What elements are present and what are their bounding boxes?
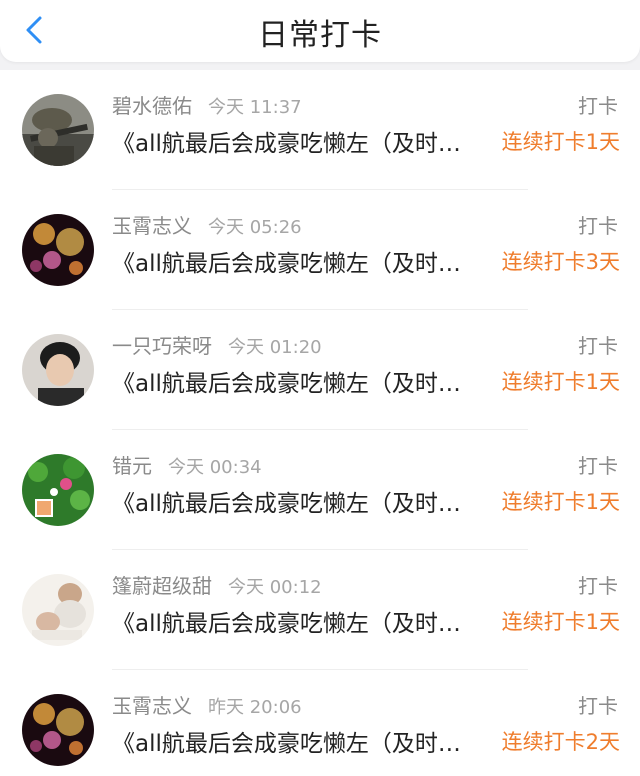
- meta-line: 错元 今天 00:34: [112, 450, 262, 479]
- list-item[interactable]: 错元 今天 00:34 打卡 《all航最后会成豪吃懒左（及时… 连续打卡1天: [0, 430, 640, 550]
- user-name[interactable]: 一只巧荣呀: [112, 334, 212, 358]
- avatar[interactable]: [22, 334, 94, 406]
- timestamp: 今天 01:20: [228, 337, 322, 358]
- book-title[interactable]: 《all航最后会成豪吃懒左（及时…: [112, 244, 484, 278]
- meta-line: 一只巧荣呀 今天 01:20: [112, 330, 322, 359]
- user-name[interactable]: 篷蔚超级甜: [112, 574, 212, 598]
- page-title: 日常打卡: [258, 18, 382, 53]
- action-label: 打卡: [578, 574, 618, 598]
- list-item[interactable]: 碧水德佑 今天 11:37 打卡 《all航最后会成豪吃懒左（及时… 连续打卡1天: [0, 70, 640, 190]
- meta-line: 篷蔚超级甜 今天 00:12: [112, 570, 322, 599]
- user-name[interactable]: 碧水德佑: [112, 94, 192, 118]
- avatar[interactable]: [22, 574, 94, 646]
- top-bar: 日常打卡: [0, 0, 640, 62]
- meta-line: 玉霄志义 昨天 20:06: [112, 690, 302, 719]
- book-title[interactable]: 《all航最后会成豪吃懒左（及时…: [112, 124, 484, 158]
- meta-line: 碧水德佑 今天 11:37: [112, 90, 302, 119]
- book-title[interactable]: 《all航最后会成豪吃懒左（及时…: [112, 724, 484, 758]
- book-title[interactable]: 《all航最后会成豪吃懒左（及时…: [112, 604, 484, 638]
- streak-badge: 连续打卡3天: [501, 250, 620, 274]
- user-name[interactable]: 玉霄志义: [112, 214, 192, 238]
- list-item[interactable]: 玉霄志义 今天 05:26 打卡 《all航最后会成豪吃懒左（及时… 连续打卡3天: [0, 190, 640, 310]
- checkin-list: 碧水德佑 今天 11:37 打卡 《all航最后会成豪吃懒左（及时… 连续打卡1天…: [0, 70, 640, 776]
- avatar[interactable]: [22, 214, 94, 286]
- timestamp: 今天 11:37: [208, 97, 302, 118]
- streak-badge: 连续打卡2天: [501, 730, 620, 754]
- list-item[interactable]: 一只巧荣呀 今天 01:20 打卡 《all航最后会成豪吃懒左（及时… 连续打卡1…: [0, 310, 640, 430]
- timestamp: 昨天 20:06: [208, 697, 302, 718]
- avatar[interactable]: [22, 694, 94, 766]
- user-name[interactable]: 玉霄志义: [112, 694, 192, 718]
- streak-badge: 连续打卡1天: [501, 490, 620, 514]
- timestamp: 今天 00:34: [168, 457, 262, 478]
- action-label: 打卡: [578, 214, 618, 238]
- action-label: 打卡: [578, 94, 618, 118]
- action-label: 打卡: [578, 334, 618, 358]
- avatar[interactable]: [22, 454, 94, 526]
- list-item[interactable]: 玉霄志义 昨天 20:06 打卡 《all航最后会成豪吃懒左（及时… 连续打卡2天: [0, 670, 640, 776]
- action-label: 打卡: [578, 454, 618, 478]
- streak-badge: 连续打卡1天: [501, 130, 620, 154]
- list-item[interactable]: 篷蔚超级甜 今天 00:12 打卡 《all航最后会成豪吃懒左（及时… 连续打卡1…: [0, 550, 640, 670]
- timestamp: 今天 05:26: [208, 217, 302, 238]
- user-name[interactable]: 错元: [112, 454, 152, 478]
- action-label: 打卡: [578, 694, 618, 718]
- streak-badge: 连续打卡1天: [501, 610, 620, 634]
- streak-badge: 连续打卡1天: [501, 370, 620, 394]
- meta-line: 玉霄志义 今天 05:26: [112, 210, 302, 239]
- timestamp: 今天 00:12: [228, 577, 322, 598]
- book-title[interactable]: 《all航最后会成豪吃懒左（及时…: [112, 364, 484, 398]
- book-title[interactable]: 《all航最后会成豪吃懒左（及时…: [112, 484, 484, 518]
- avatar[interactable]: [22, 94, 94, 166]
